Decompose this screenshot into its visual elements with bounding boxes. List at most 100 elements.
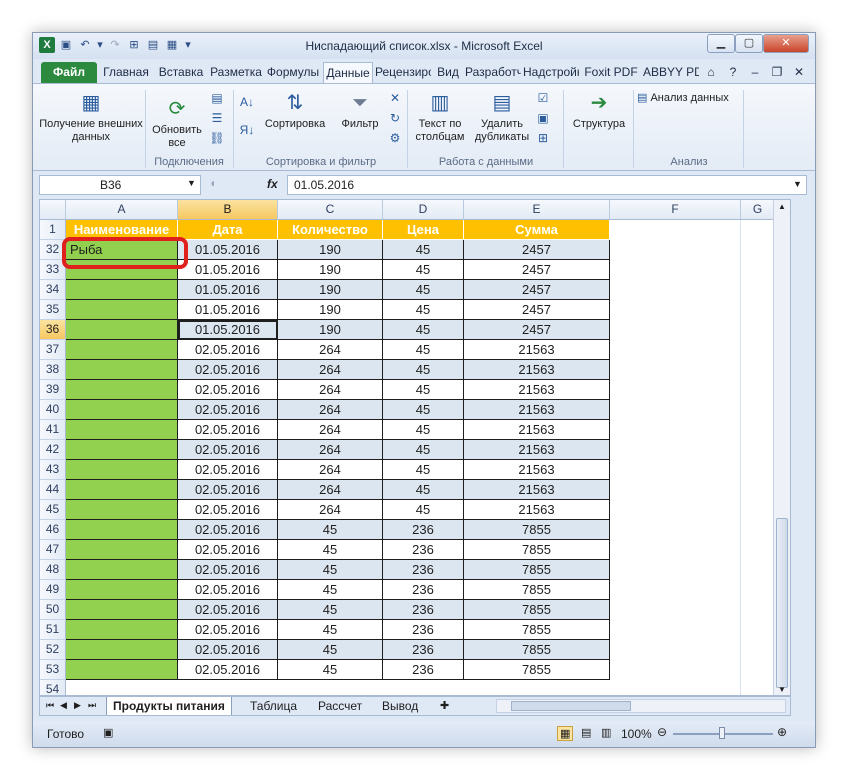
cell-quantity[interactable]: 45 — [278, 560, 383, 580]
cell-sum[interactable]: 7855 — [464, 620, 610, 640]
row-header[interactable]: 54 — [40, 680, 66, 695]
row-header[interactable]: 36 — [40, 320, 66, 340]
sort-za-icon[interactable]: Я↓ — [239, 122, 255, 138]
cell-date[interactable]: 02.05.2016 — [178, 420, 278, 440]
normal-view-icon[interactable]: ▦ — [557, 726, 574, 741]
cell-quantity[interactable]: 190 — [278, 240, 383, 260]
cell-quantity[interactable]: 264 — [278, 420, 383, 440]
cell-sum[interactable]: 7855 — [464, 580, 610, 600]
remove-duplicates-button[interactable]: ▤ Удалить дубликаты — [471, 90, 533, 144]
cell-date[interactable]: 02.05.2016 — [178, 360, 278, 380]
cell-quantity[interactable]: 190 — [278, 300, 383, 320]
cell-name[interactable] — [66, 480, 178, 500]
page-layout-icon[interactable]: ▤ — [581, 726, 591, 739]
h-scroll-thumb[interactable] — [511, 701, 631, 711]
cell-date[interactable]: 02.05.2016 — [178, 660, 278, 680]
cell-price[interactable]: 45 — [383, 500, 464, 520]
cell-date[interactable]: 01.05.2016 — [178, 320, 278, 340]
cell-price[interactable]: 236 — [383, 640, 464, 660]
cell-quantity[interactable]: 45 — [278, 580, 383, 600]
row-header[interactable]: 47 — [40, 540, 66, 560]
cell-sum[interactable]: 7855 — [464, 560, 610, 580]
row-header[interactable]: 34 — [40, 280, 66, 300]
text-to-columns-button[interactable]: ▥ Текст по столбцам — [411, 90, 469, 144]
scroll-down-icon[interactable]: ▼ — [778, 685, 786, 694]
row-header[interactable]: 41 — [40, 420, 66, 440]
row-header[interactable]: 39 — [40, 380, 66, 400]
cell-name[interactable] — [66, 540, 178, 560]
cell-sum[interactable]: 21563 — [464, 420, 610, 440]
cell-date[interactable]: 02.05.2016 — [178, 480, 278, 500]
name-box-dropdown-icon[interactable]: ▼ — [187, 178, 196, 188]
col-header-e[interactable]: E — [464, 200, 610, 220]
tab-view[interactable]: Вид — [433, 62, 463, 83]
cell-price[interactable]: 45 — [383, 240, 464, 260]
outline-button[interactable]: ➔ Структура — [567, 90, 631, 131]
advanced-filter-icon[interactable]: ⚙ — [387, 130, 403, 146]
zoom-slider[interactable] — [673, 727, 773, 739]
row-header[interactable]: 53 — [40, 660, 66, 680]
tab-addins[interactable]: Надстройки — [523, 62, 579, 83]
cell-price[interactable]: 45 — [383, 300, 464, 320]
cell-date[interactable]: 01.05.2016 — [178, 240, 278, 260]
cell-name[interactable] — [66, 560, 178, 580]
formula-input[interactable]: 01.05.2016 — [287, 175, 807, 195]
cell-date[interactable]: 01.05.2016 — [178, 260, 278, 280]
cell-price[interactable]: 236 — [383, 520, 464, 540]
tab-review[interactable]: Рецензирование — [375, 62, 431, 83]
cell-quantity[interactable]: 45 — [278, 640, 383, 660]
row-header[interactable]: 45 — [40, 500, 66, 520]
cell-quantity[interactable]: 264 — [278, 400, 383, 420]
cell-price[interactable]: 236 — [383, 600, 464, 620]
get-external-data-button[interactable]: ▦ Получение внешних данных — [39, 90, 143, 144]
col-header-g[interactable]: G — [741, 200, 775, 220]
cell-date[interactable]: 02.05.2016 — [178, 460, 278, 480]
ribbon-close-icon[interactable]: ✕ — [789, 62, 809, 83]
cell-sum[interactable]: 2457 — [464, 280, 610, 300]
cell-date[interactable]: 02.05.2016 — [178, 540, 278, 560]
zoom-out-icon[interactable]: ⊖ — [657, 725, 667, 739]
row-header[interactable]: 44 — [40, 480, 66, 500]
cell-quantity[interactable]: 264 — [278, 340, 383, 360]
cell-sum[interactable]: 21563 — [464, 400, 610, 420]
horizontal-scrollbar[interactable] — [496, 699, 786, 713]
cell-name[interactable] — [66, 440, 178, 460]
cell-quantity[interactable]: 190 — [278, 280, 383, 300]
edit-links-icon[interactable]: ⛓ — [209, 130, 225, 146]
cell-price[interactable]: 45 — [383, 440, 464, 460]
insert-function-icon[interactable]: fx — [267, 177, 278, 191]
cell-date[interactable]: 02.05.2016 — [178, 340, 278, 360]
cell-quantity[interactable]: 264 — [278, 480, 383, 500]
tab-abbyy-pdf[interactable]: ABBYY PDF — [643, 62, 699, 83]
cell-price[interactable]: 236 — [383, 620, 464, 640]
cell-quantity[interactable]: 45 — [278, 540, 383, 560]
help-question-icon[interactable]: ? — [723, 62, 743, 83]
cell-quantity[interactable]: 264 — [278, 380, 383, 400]
cell-quantity[interactable]: 264 — [278, 460, 383, 480]
cell-quantity[interactable]: 264 — [278, 360, 383, 380]
cell-price[interactable]: 45 — [383, 340, 464, 360]
last-sheet-icon[interactable]: ⏭ — [88, 700, 96, 711]
what-if-icon[interactable]: ⊞ — [535, 130, 551, 146]
minimize-button[interactable]: ▁ — [707, 34, 735, 53]
zoom-level[interactable]: 100% — [621, 727, 652, 741]
help-icon[interactable]: ⌂ — [701, 62, 721, 83]
row-header[interactable]: 40 — [40, 400, 66, 420]
cell-price[interactable]: 236 — [383, 560, 464, 580]
cell-sum[interactable]: 21563 — [464, 340, 610, 360]
cell-date[interactable]: 02.05.2016 — [178, 640, 278, 660]
cell-sum[interactable]: 7855 — [464, 540, 610, 560]
connections-icon[interactable]: ▤ — [209, 90, 225, 106]
sheet-tab-output[interactable]: Вывод — [376, 697, 424, 715]
cell-name[interactable] — [66, 580, 178, 600]
tab-insert[interactable]: Вставка — [155, 62, 207, 83]
sort-az-icon[interactable]: A↓ — [239, 94, 255, 110]
cell-date[interactable]: 01.05.2016 — [178, 280, 278, 300]
cell-sum[interactable]: 21563 — [464, 460, 610, 480]
cell-name[interactable] — [66, 300, 178, 320]
cell-sum[interactable]: 21563 — [464, 480, 610, 500]
reapply-icon[interactable]: ↻ — [387, 110, 403, 126]
header-cell-date[interactable]: Дата — [178, 220, 278, 240]
cell-date[interactable]: 02.05.2016 — [178, 500, 278, 520]
cell-name[interactable] — [66, 600, 178, 620]
